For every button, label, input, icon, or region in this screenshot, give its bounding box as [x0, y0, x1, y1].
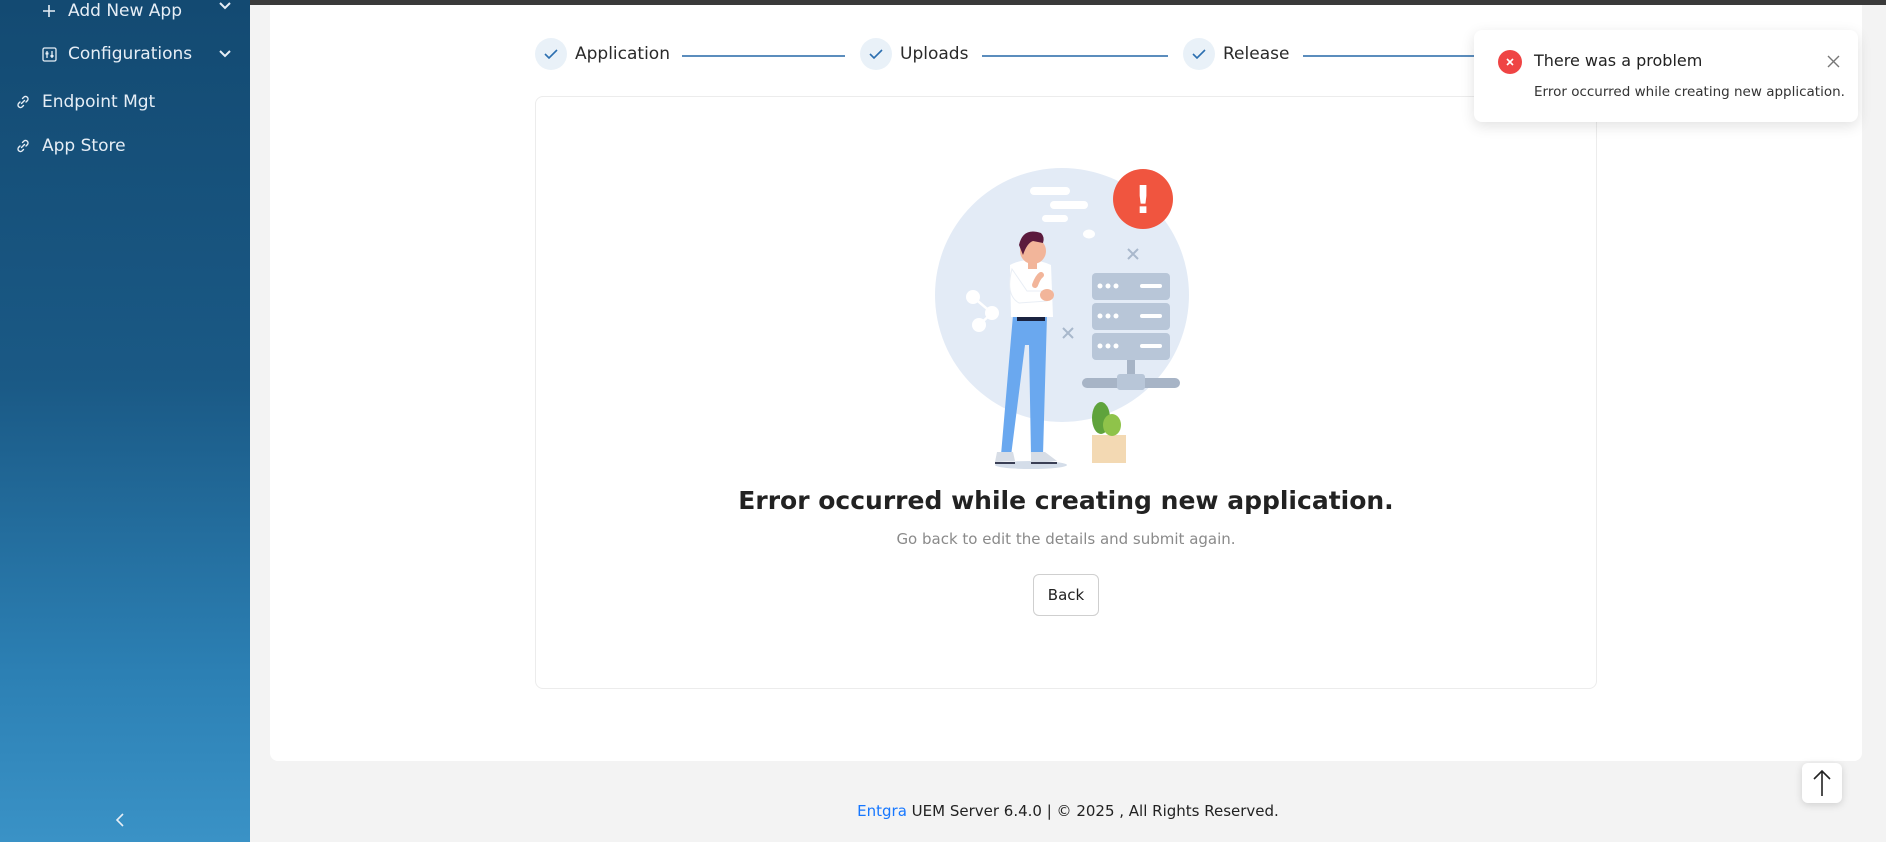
sidebar-item-label: Endpoint Mgt — [42, 92, 156, 112]
sidebar-item-label: Add New App — [68, 1, 183, 21]
back-button[interactable]: Back — [1033, 574, 1099, 616]
notification-message: Error occurred while creating new applic… — [1534, 84, 1845, 100]
arrow-up-icon — [1813, 769, 1831, 796]
check-icon — [860, 38, 892, 70]
step-label: Application — [575, 44, 670, 64]
step-label: Uploads — [900, 44, 969, 64]
step-uploads: Uploads — [860, 38, 968, 70]
step-application: Application — [535, 38, 670, 70]
sidebar-item-app-store[interactable]: App Store — [14, 135, 126, 157]
plus-icon — [40, 2, 58, 20]
error-icon — [1498, 50, 1522, 74]
check-icon — [1183, 38, 1215, 70]
result-subtitle: Go back to edit the details and submit a… — [896, 530, 1236, 548]
link-icon — [14, 93, 32, 111]
step-connector — [682, 55, 845, 57]
check-icon — [535, 38, 567, 70]
result-title: Error occurred while creating new applic… — [738, 486, 1394, 515]
alert-mark: ! — [1134, 178, 1151, 222]
error-illustration: ! — [935, 168, 1189, 469]
sidebar-item-configurations[interactable]: Configurations — [40, 43, 192, 65]
sidebar-item-add-new-app[interactable]: Add New App — [40, 0, 182, 22]
sliders-icon — [40, 45, 58, 63]
footer: Entgra UEM Server 6.4.0 | © 2025 , All R… — [250, 802, 1886, 820]
step-label: Release — [1223, 44, 1290, 64]
chevron-down-icon[interactable] — [219, 2, 231, 10]
sidebar: Add New App Configurations Endpoint Mgt … — [0, 0, 250, 842]
wizard-steps: Application Uploads Release — [535, 38, 1535, 74]
link-icon — [14, 137, 32, 155]
chevron-down-icon[interactable] — [219, 50, 231, 58]
footer-text: UEM Server 6.4.0 | © 2025 , All Rights R… — [906, 802, 1279, 820]
scroll-to-top-button[interactable] — [1802, 763, 1842, 803]
sidebar-item-label: App Store — [42, 136, 126, 156]
sidebar-item-label: Configurations — [68, 44, 193, 64]
sidebar-item-endpoint-mgt[interactable]: Endpoint Mgt — [14, 91, 155, 113]
step-connector — [982, 55, 1168, 57]
close-icon[interactable] — [1824, 52, 1842, 70]
sidebar-collapse-button[interactable] — [110, 810, 130, 830]
error-notification: There was a problem Error occurred while… — [1474, 30, 1858, 122]
step-release: Release — [1183, 38, 1289, 70]
notification-title: There was a problem — [1534, 51, 1703, 70]
step-connector — [1303, 55, 1483, 57]
footer-brand-link[interactable]: Entgra — [857, 802, 907, 820]
chevron-left-icon — [115, 813, 124, 827]
